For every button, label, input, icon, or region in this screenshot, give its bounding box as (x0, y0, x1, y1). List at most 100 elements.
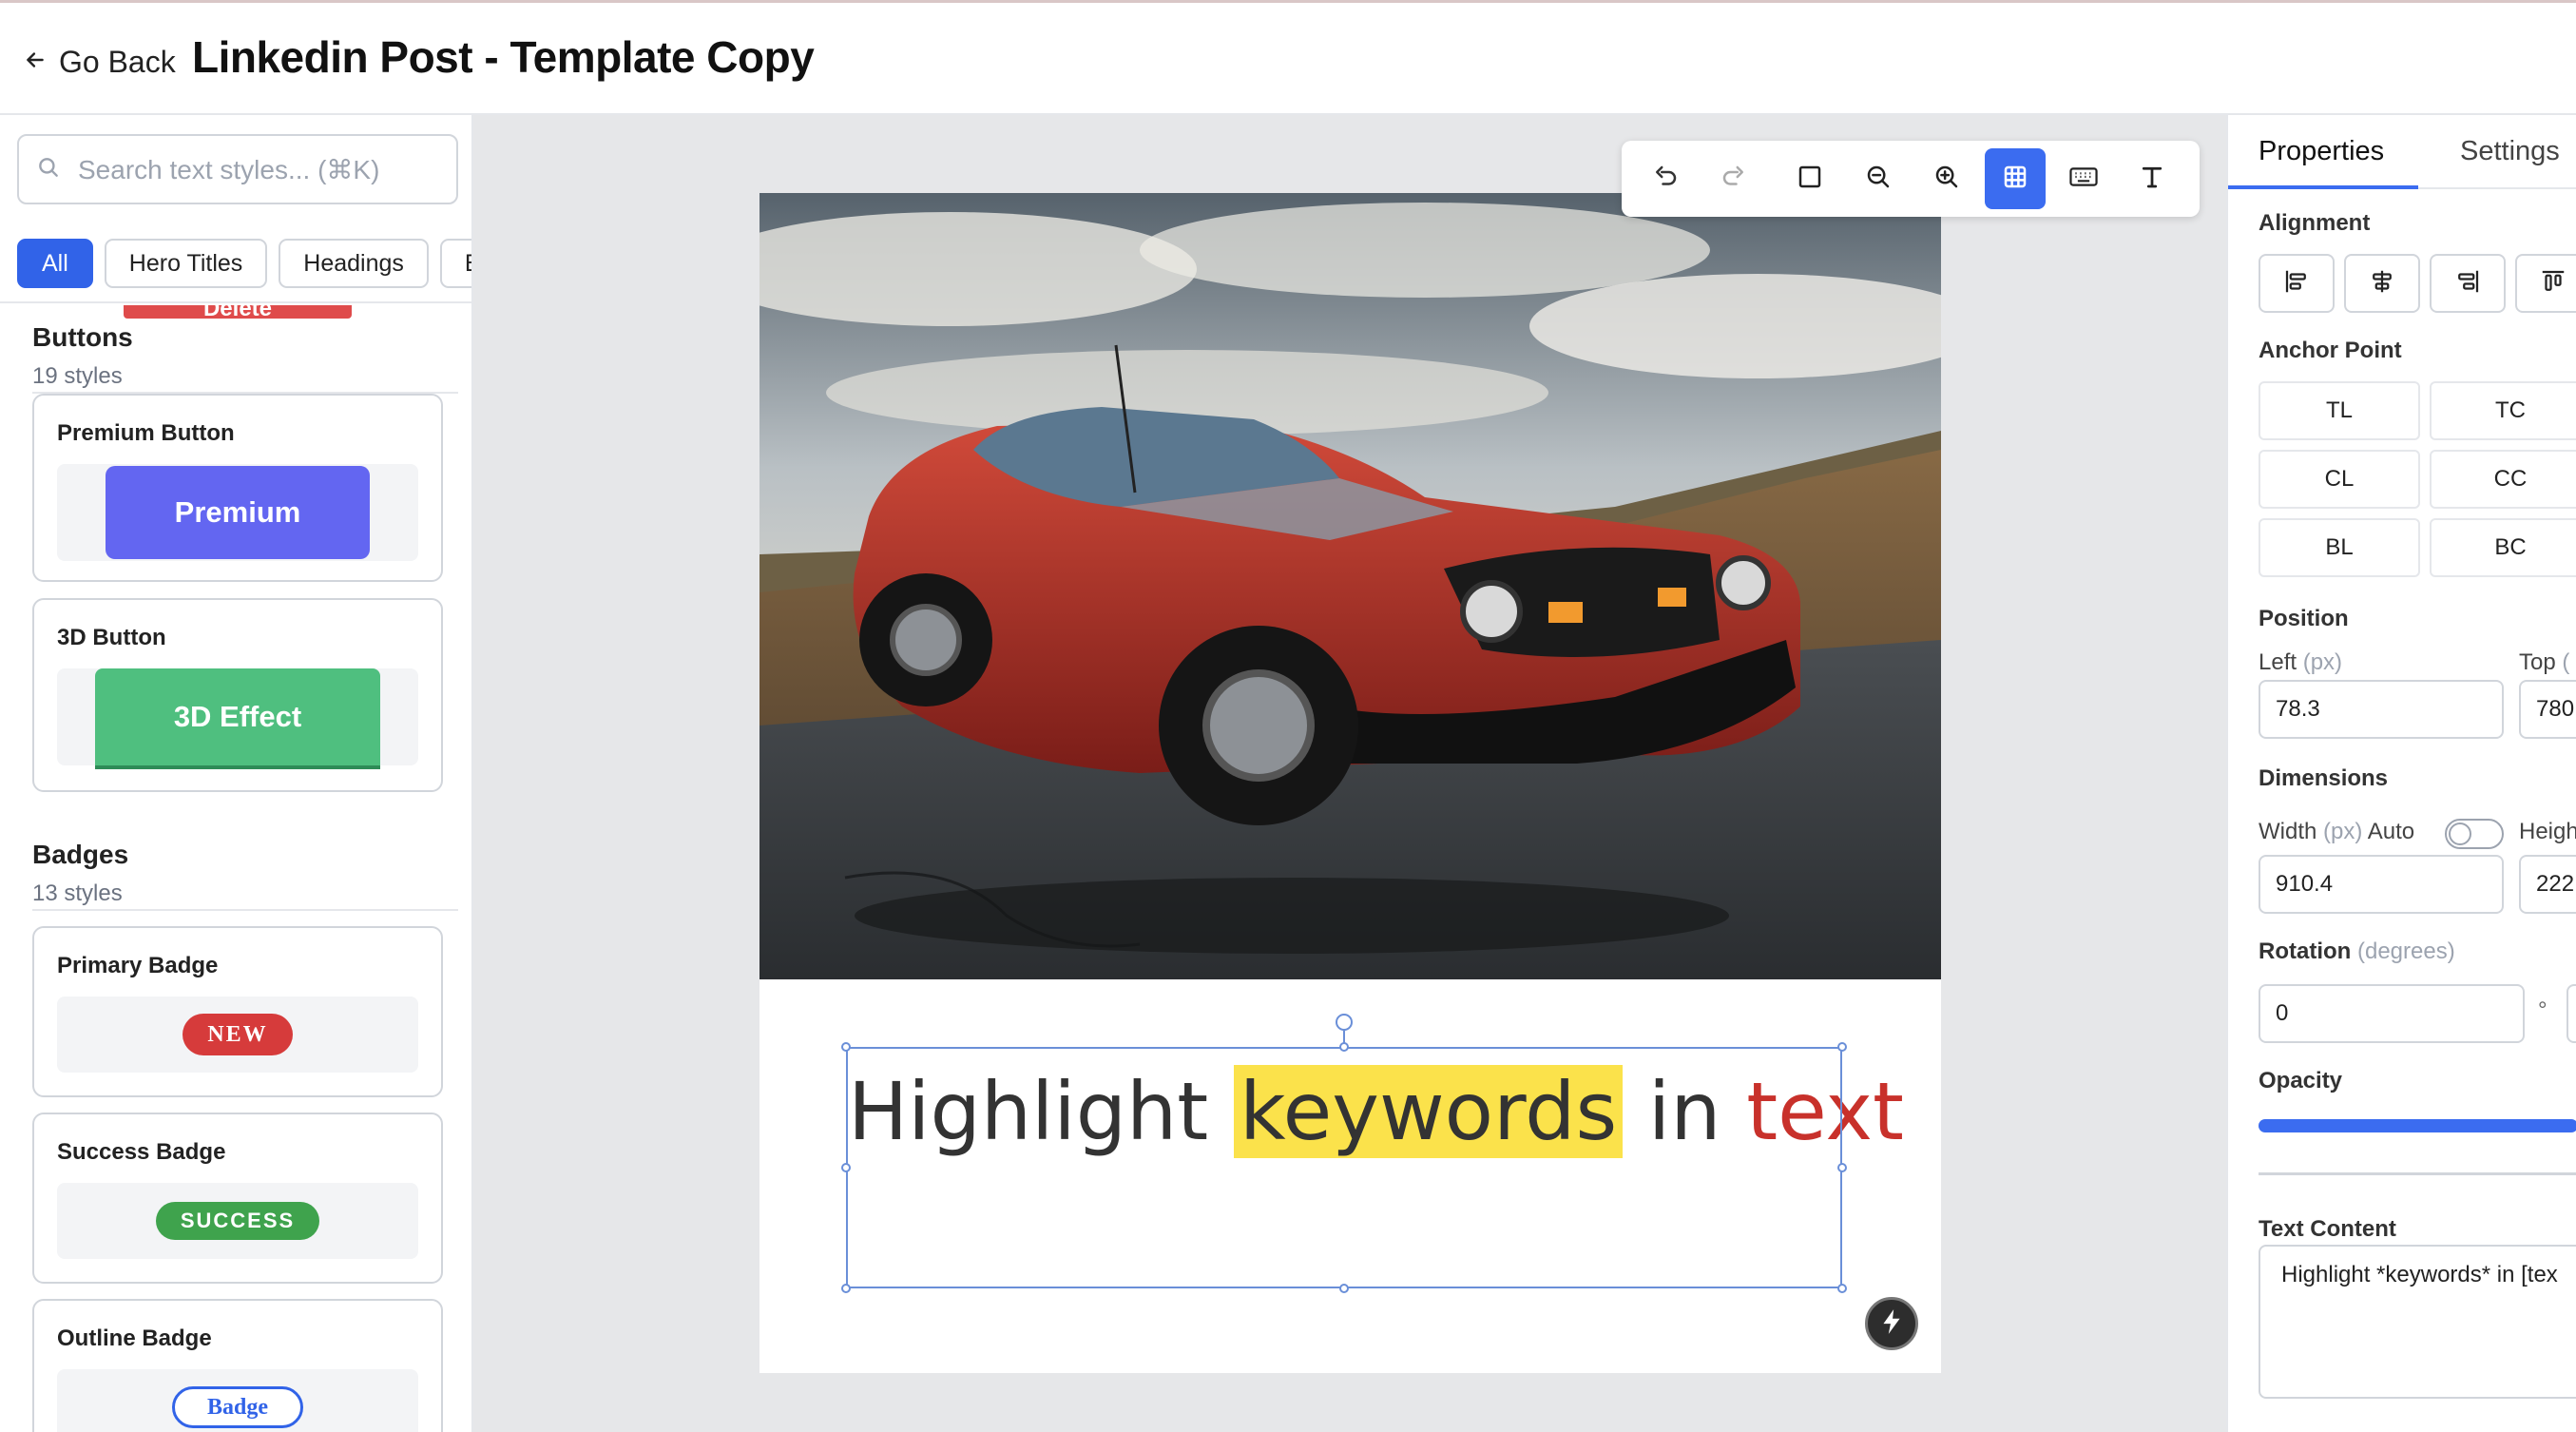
premium-button-preview: Premium (106, 466, 370, 559)
divider (0, 301, 471, 303)
dimensions-label: Dimensions (2259, 765, 2389, 791)
top-label: Top ( (2519, 649, 2569, 676)
left-input[interactable]: 78.3 (2259, 680, 2504, 739)
canvas-toolbar (1622, 141, 2200, 217)
group-title-buttons: Buttons (32, 322, 133, 352)
bolt-button[interactable] (1865, 1297, 1918, 1350)
tab-settings[interactable]: Settings (2460, 136, 2560, 167)
width-input[interactable]: 910.4 (2259, 855, 2504, 914)
divider (32, 909, 458, 911)
anchor-tl-button[interactable]: TL (2259, 381, 2420, 440)
text-content-label: Text Content (2259, 1216, 2396, 1242)
arrow-left-icon (23, 48, 48, 77)
keyboard-button[interactable] (2053, 148, 2114, 209)
style-card-name: Outline Badge (57, 1326, 212, 1351)
divider (2259, 1172, 2576, 1175)
degree-symbol: ° (2538, 997, 2547, 1023)
style-card-3d-button[interactable]: 3D Button 3D Effect (32, 598, 443, 792)
frame-button[interactable] (1779, 148, 1840, 209)
style-card-name: Success Badge (57, 1139, 226, 1165)
page-title: Linkedin Post - Template Copy (192, 32, 815, 82)
redo-button[interactable] (1703, 148, 1764, 209)
left-label: Left (px) (2259, 649, 2342, 676)
category-filter-chips: All Hero Titles Headings B (17, 239, 471, 288)
height-input[interactable]: 222 (2519, 855, 2576, 914)
zoom-in-icon (1932, 163, 1961, 196)
zoom-in-button[interactable] (1916, 148, 1977, 209)
chip-all[interactable]: All (17, 239, 93, 288)
redo-icon (1720, 163, 1748, 196)
chip-headings[interactable]: Headings (279, 239, 429, 288)
auto-width-toggle[interactable] (2445, 819, 2504, 849)
style-card-success-badge[interactable]: Success Badge SUCCESS (32, 1113, 443, 1284)
keyboard-icon (2068, 163, 2099, 196)
resize-handle-br[interactable] (1837, 1284, 1847, 1293)
resize-handle-tr[interactable] (1837, 1042, 1847, 1052)
opacity-slider[interactable] (2259, 1119, 2576, 1132)
top-input[interactable]: 780 (2519, 680, 2576, 739)
grid-icon (2001, 163, 2029, 196)
style-preview: 3D Effect (57, 668, 418, 765)
text-content-textarea[interactable]: Highlight *keywords* in [tex (2259, 1245, 2576, 1399)
zoom-out-button[interactable] (1848, 148, 1909, 209)
align-right-button[interactable] (2430, 254, 2506, 313)
auto-label: Auto (2367, 819, 2415, 844)
top-label-text: Top (2519, 649, 2556, 675)
search-icon (36, 155, 61, 184)
position-label: Position (2259, 606, 2349, 631)
text-icon (2138, 163, 2166, 196)
grid-button[interactable] (1985, 148, 2046, 209)
go-back-button[interactable]: Go Back (23, 37, 176, 87)
resize-handle-cr[interactable] (1837, 1163, 1847, 1172)
anchor-bl-button[interactable]: BL (2259, 518, 2420, 577)
properties-panel: Properties Settings Alignment Anchor Poi… (2226, 115, 2576, 1432)
opacity-label: Opacity (2259, 1068, 2343, 1093)
align-left-button[interactable] (2259, 254, 2335, 313)
chip-hero-titles[interactable]: Hero Titles (104, 239, 268, 288)
chip-more[interactable]: B (439, 239, 471, 288)
style-preview: SUCCESS (57, 1183, 418, 1259)
align-top-button[interactable] (2515, 254, 2576, 313)
resize-handle-bc[interactable] (1339, 1284, 1349, 1293)
anchor-point-label: Anchor Point (2259, 338, 2402, 363)
anchor-bc-button[interactable]: BC (2430, 518, 2576, 577)
active-tab-indicator (2228, 185, 2418, 189)
style-card-primary-badge[interactable]: Primary Badge NEW (32, 926, 443, 1097)
left-label-text: Left (2259, 649, 2297, 675)
resize-handle-bl[interactable] (841, 1284, 851, 1293)
rotation-label-text: Rotation (2259, 939, 2352, 964)
rotate-handle[interactable] (1336, 1014, 1353, 1031)
alignment-label: Alignment (2259, 210, 2371, 236)
group-count-badges: 13 styles (32, 880, 123, 906)
style-preview: NEW (57, 997, 418, 1073)
height-label: Heigh (2519, 819, 2576, 844)
anchor-tc-button[interactable]: TC (2430, 381, 2576, 440)
undo-button[interactable] (1635, 148, 1696, 209)
rotation-secondary-input[interactable] (2566, 984, 2576, 1043)
rotation-unit: (degrees) (2356, 939, 2455, 964)
tab-properties[interactable]: Properties (2259, 136, 2384, 167)
align-right-icon (2453, 267, 2482, 300)
align-center-button[interactable] (2344, 254, 2420, 313)
style-card-outline-badge[interactable]: Outline Badge Badge (32, 1299, 443, 1432)
style-card-name: 3D Button (57, 625, 166, 650)
selection-box (846, 1047, 1842, 1288)
app-header: Go Back Linkedin Post - Template Copy (0, 3, 2576, 115)
rotation-label: Rotation (degrees) (2259, 939, 2455, 965)
resize-handle-tl[interactable] (841, 1042, 851, 1052)
anchor-cc-button[interactable]: CC (2430, 450, 2576, 509)
search-input[interactable]: Search text styles... (⌘K) (17, 134, 458, 204)
style-card-premium-button[interactable]: Premium Button Premium (32, 394, 443, 582)
new-badge-preview: NEW (183, 1014, 293, 1055)
width-unit: (px) (2323, 819, 2363, 844)
resize-handle-tc[interactable] (1339, 1042, 1349, 1052)
delete-button-preview[interactable]: Delete (124, 305, 352, 319)
go-back-label: Go Back (59, 44, 176, 79)
width-label-text: Width (2259, 819, 2317, 844)
rotation-input[interactable]: 0 (2259, 984, 2525, 1043)
text-tool-button[interactable] (2122, 148, 2182, 209)
style-card-name: Primary Badge (57, 953, 219, 978)
anchor-cl-button[interactable]: CL (2259, 450, 2420, 509)
resize-handle-cl[interactable] (841, 1163, 851, 1172)
car-photo[interactable] (759, 193, 1941, 979)
